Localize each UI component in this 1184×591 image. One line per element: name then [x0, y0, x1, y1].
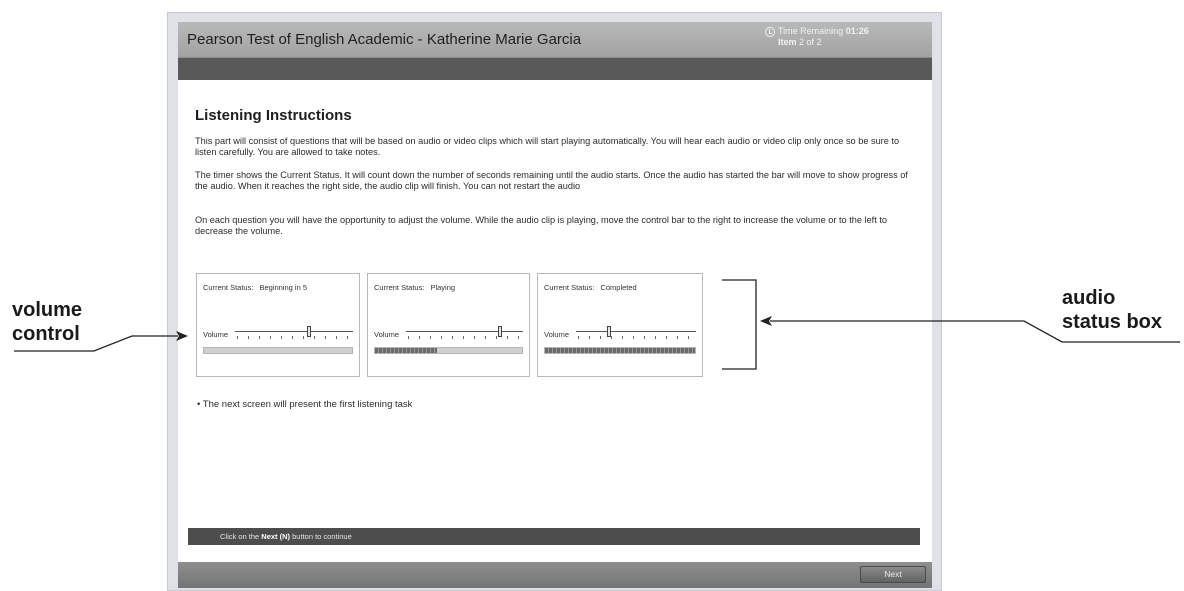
- instruction-suffix: button to continue: [292, 532, 352, 541]
- clock-icon: [765, 27, 775, 37]
- volume-label: Volume: [544, 330, 570, 339]
- status-label: Current Status:: [203, 283, 254, 292]
- instruction-paragraph: On each question you will have the oppor…: [195, 214, 888, 237]
- volume-slider-thumb[interactable]: [306, 326, 311, 337]
- volume-track[interactable]: [406, 331, 523, 332]
- status-value: Beginning in 5: [259, 283, 307, 292]
- progress-fill: [375, 348, 437, 353]
- volume-ticks: [237, 336, 351, 339]
- status-box-completed: Current Status: Completed Volume: [537, 273, 703, 377]
- volume-control-annotation: volume control: [12, 298, 82, 346]
- toolbar-strip: [178, 58, 932, 80]
- instruction-paragraph: This part will consist of questions that…: [195, 135, 900, 158]
- status-text: Current Status: Playing: [374, 283, 455, 292]
- instructions-content: Listening Instructions This part will co…: [195, 107, 920, 249]
- page-heading: Listening Instructions: [195, 107, 352, 124]
- annotation-line: audio: [1062, 287, 1116, 309]
- instruction-prefix: Click on the: [220, 532, 260, 541]
- audio-progress-bar: [374, 347, 523, 354]
- time-remaining-label: Time Remaining: [778, 26, 844, 36]
- volume-label: Volume: [374, 330, 400, 339]
- instruction-key: Next (N): [261, 532, 291, 541]
- instruction-bar: Click on the Next (N) button to continue: [188, 528, 920, 545]
- volume-control: Volume: [203, 326, 353, 340]
- status-value: Playing: [430, 283, 456, 292]
- annotation-line: volume: [12, 299, 83, 321]
- status-label: Current Status:: [544, 283, 595, 292]
- instruction-paragraph: The timer shows the Current Status. It w…: [195, 169, 908, 192]
- volume-slider-thumb[interactable]: [497, 326, 502, 337]
- volume-ticks: [578, 336, 694, 339]
- volume-track[interactable]: [576, 331, 696, 332]
- status-box-beginning: Current Status: Beginning in 5 Volume: [196, 273, 360, 377]
- status-label: Current Status:: [374, 283, 425, 292]
- footer-bar: Next: [178, 562, 932, 588]
- item-value: 2 of 2: [799, 37, 822, 47]
- volume-control: Volume: [544, 326, 696, 340]
- item-label: Item: [778, 37, 797, 47]
- audio-progress-bar: [544, 347, 696, 354]
- status-value: Completed: [600, 283, 637, 292]
- title-bar: Pearson Test of English Academic - Kathe…: [178, 22, 932, 58]
- volume-control: Volume: [374, 326, 523, 340]
- volume-label: Volume: [203, 330, 229, 339]
- next-button[interactable]: Next: [860, 566, 926, 583]
- status-box-playing: Current Status: Playing Volume: [367, 273, 530, 377]
- audio-status-annotation: audio status box: [1062, 286, 1162, 334]
- progress-fill: [545, 348, 695, 353]
- annotation-line: control: [12, 323, 80, 345]
- next-task-note: • The next screen will present the first…: [197, 399, 413, 410]
- status-text: Current Status: Completed: [544, 283, 637, 292]
- annotation-line: status box: [1062, 311, 1163, 333]
- volume-ticks: [408, 336, 521, 339]
- timer-box: Time Remaining 01:26 Item 2 of 2: [765, 26, 869, 48]
- status-text: Current Status: Beginning in 5: [203, 283, 307, 292]
- volume-slider-thumb[interactable]: [607, 326, 612, 337]
- time-remaining-value: 01:26: [845, 26, 869, 36]
- audio-progress-bar: [203, 347, 353, 354]
- app-title: Pearson Test of English Academic - Kathe…: [187, 31, 582, 48]
- volume-track[interactable]: [235, 331, 353, 332]
